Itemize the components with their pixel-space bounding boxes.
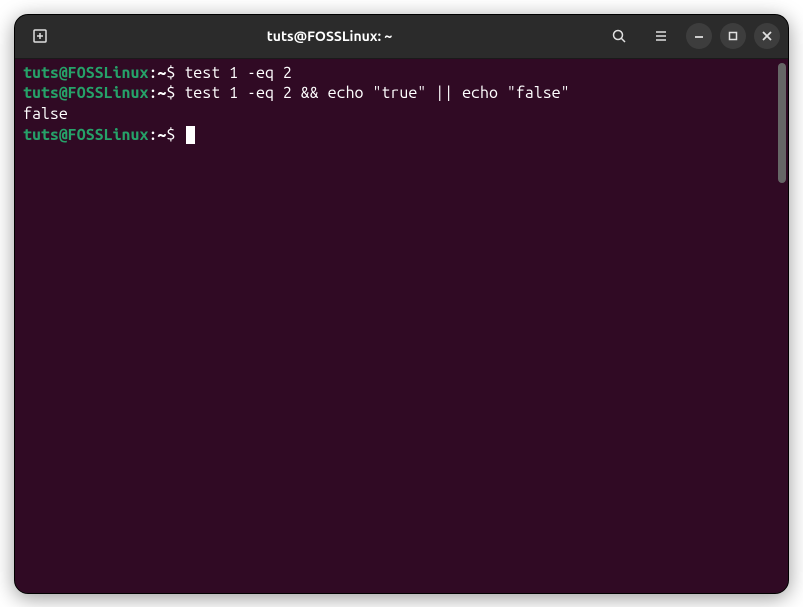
scrollbar[interactable] [778, 63, 786, 183]
maximize-button[interactable] [720, 23, 746, 49]
prompt-user: tuts@FOSSLinux [23, 64, 148, 82]
prompt-dollar: $ [166, 84, 184, 102]
prompt-user: tuts@FOSSLinux [23, 126, 148, 144]
command-text: test 1 -eq 2 && echo "true" || echo "fal… [184, 84, 569, 102]
close-icon [759, 28, 775, 44]
terminal-line: false [23, 104, 780, 125]
command-text: test 1 -eq 2 [184, 64, 292, 82]
search-button[interactable] [602, 19, 636, 53]
close-button[interactable] [754, 23, 780, 49]
titlebar-left [23, 19, 57, 53]
terminal-window: tuts@FOSSLinux: ~ [14, 14, 789, 594]
new-tab-icon [32, 28, 48, 44]
minimize-icon [691, 28, 707, 44]
new-tab-button[interactable] [23, 19, 57, 53]
cursor [186, 126, 195, 144]
menu-button[interactable] [644, 19, 678, 53]
window-title: tuts@FOSSLinux: ~ [63, 28, 596, 44]
terminal-body[interactable]: tuts@FOSSLinux:~$ test 1 -eq 2 tuts@FOSS… [15, 59, 788, 593]
terminal-line: tuts@FOSSLinux:~$ test 1 -eq 2 && echo "… [23, 83, 780, 104]
output-text: false [23, 105, 68, 123]
prompt-dollar: $ [166, 126, 184, 144]
titlebar-right [602, 19, 780, 53]
terminal-line: tuts@FOSSLinux:~$ test 1 -eq 2 [23, 63, 780, 84]
prompt-dollar: $ [166, 64, 184, 82]
minimize-button[interactable] [686, 23, 712, 49]
search-icon [611, 28, 627, 44]
prompt-user: tuts@FOSSLinux [23, 84, 148, 102]
titlebar: tuts@FOSSLinux: ~ [15, 15, 788, 59]
maximize-icon [725, 28, 741, 44]
terminal-line: tuts@FOSSLinux:~$ [23, 125, 780, 146]
hamburger-icon [653, 28, 669, 44]
